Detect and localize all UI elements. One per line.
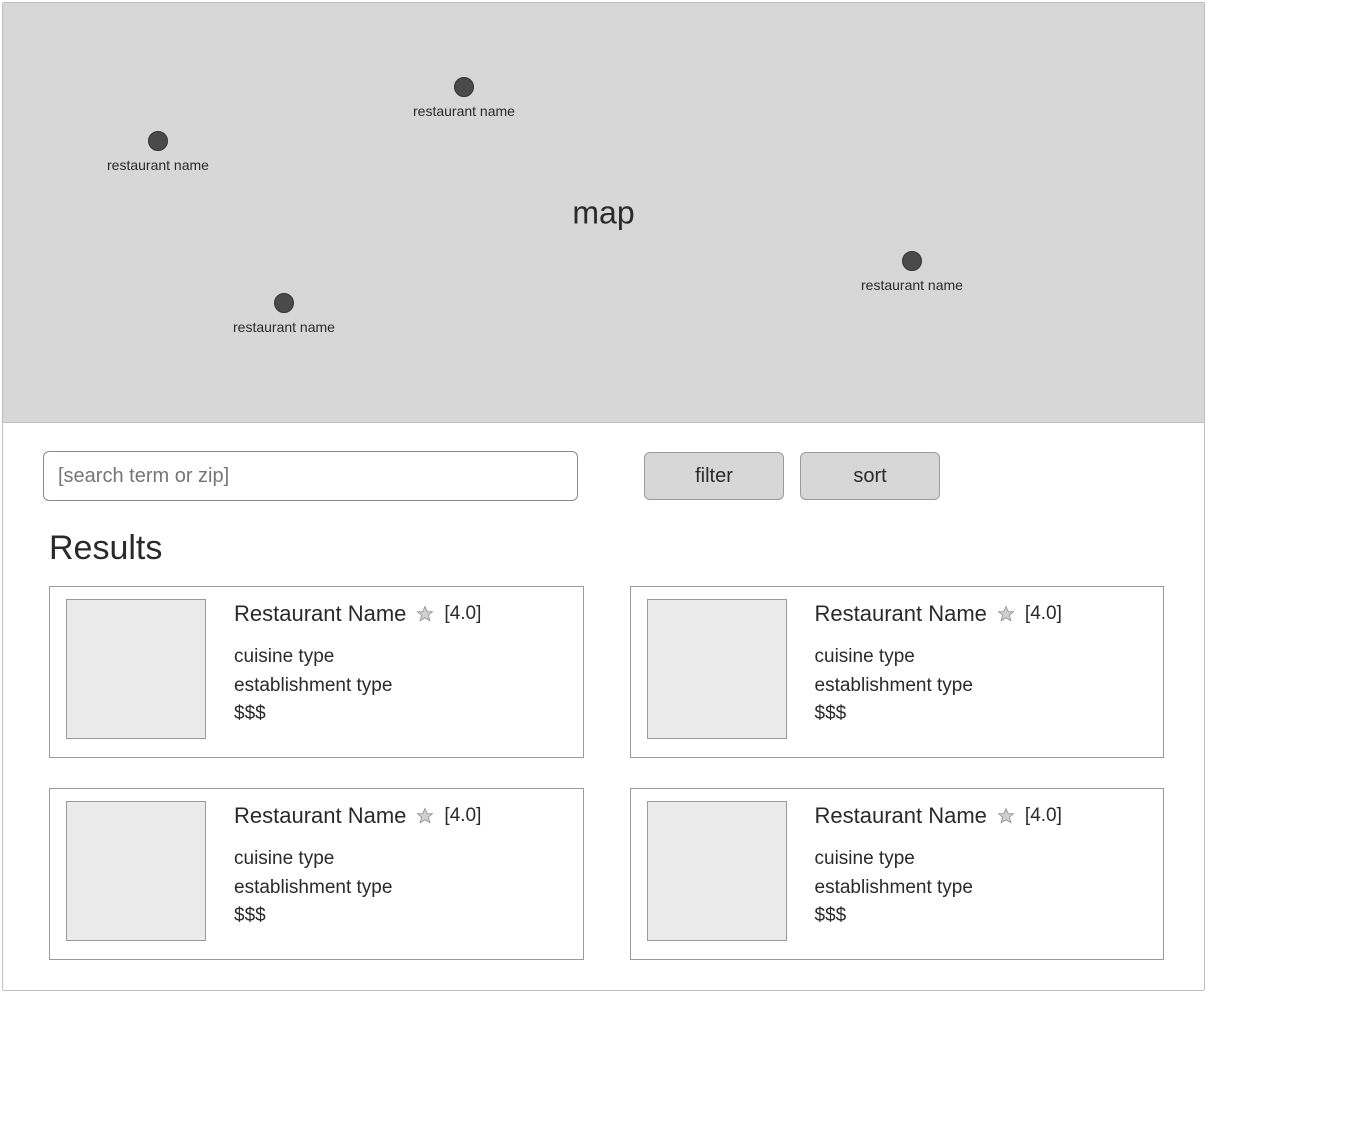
result-thumbnail: [647, 801, 787, 941]
map-pin-label: restaurant name: [861, 277, 963, 293]
price-level: $$$: [234, 902, 567, 931]
result-card[interactable]: Restaurant Name [4.0] cuisine type estab…: [49, 586, 584, 758]
filter-button[interactable]: filter: [644, 452, 784, 500]
result-meta: cuisine type establishment type $$$: [234, 845, 567, 931]
map-pin-label: restaurant name: [413, 103, 515, 119]
star-icon: [997, 807, 1015, 825]
result-thumbnail: [66, 599, 206, 739]
map-pin-dot-icon[interactable]: [274, 293, 294, 313]
result-body: Restaurant Name [4.0] cuisine type estab…: [815, 801, 1148, 931]
map-pin[interactable]: restaurant name: [233, 293, 335, 335]
result-header: Restaurant Name [4.0]: [234, 601, 567, 627]
result-name: Restaurant Name: [815, 601, 987, 627]
establishment-type: establishment type: [234, 874, 567, 903]
result-card[interactable]: Restaurant Name [4.0] cuisine type estab…: [49, 788, 584, 960]
app-frame: map restaurant name restaurant name rest…: [2, 2, 1205, 991]
price-level: $$$: [815, 700, 1148, 729]
result-rating: [4.0]: [444, 805, 481, 827]
result-thumbnail: [647, 599, 787, 739]
result-thumbnail: [66, 801, 206, 941]
results-grid: Restaurant Name [4.0] cuisine type estab…: [3, 586, 1204, 990]
result-body: Restaurant Name [4.0] cuisine type estab…: [234, 599, 567, 729]
result-meta: cuisine type establishment type $$$: [234, 643, 567, 729]
establishment-type: establishment type: [815, 874, 1148, 903]
result-name: Restaurant Name: [815, 803, 987, 829]
result-card[interactable]: Restaurant Name [4.0] cuisine type estab…: [630, 586, 1165, 758]
map-pin[interactable]: restaurant name: [107, 131, 209, 173]
result-body: Restaurant Name [4.0] cuisine type estab…: [234, 801, 567, 931]
results-heading: Results: [3, 501, 1204, 586]
map-pin-label: restaurant name: [107, 157, 209, 173]
button-group: filter sort: [644, 452, 940, 500]
map-pin-dot-icon[interactable]: [454, 77, 474, 97]
result-rating: [4.0]: [1025, 603, 1062, 625]
cuisine-type: cuisine type: [234, 845, 567, 874]
price-level: $$$: [234, 700, 567, 729]
result-name: Restaurant Name: [234, 803, 406, 829]
result-card[interactable]: Restaurant Name [4.0] cuisine type estab…: [630, 788, 1165, 960]
cuisine-type: cuisine type: [234, 643, 567, 672]
search-input[interactable]: [43, 451, 578, 501]
result-name: Restaurant Name: [234, 601, 406, 627]
result-header: Restaurant Name [4.0]: [815, 601, 1148, 627]
result-header: Restaurant Name [4.0]: [815, 803, 1148, 829]
star-icon: [997, 605, 1015, 623]
result-header: Restaurant Name [4.0]: [234, 803, 567, 829]
result-rating: [4.0]: [444, 603, 481, 625]
map-pin[interactable]: restaurant name: [413, 77, 515, 119]
map-area[interactable]: map restaurant name restaurant name rest…: [3, 3, 1204, 423]
result-meta: cuisine type establishment type $$$: [815, 643, 1148, 729]
controls-bar: filter sort: [3, 423, 1204, 501]
cuisine-type: cuisine type: [815, 845, 1148, 874]
map-label: map: [572, 194, 634, 231]
establishment-type: establishment type: [234, 672, 567, 701]
star-icon: [416, 807, 434, 825]
result-rating: [4.0]: [1025, 805, 1062, 827]
result-meta: cuisine type establishment type $$$: [815, 845, 1148, 931]
map-pin-dot-icon[interactable]: [902, 251, 922, 271]
price-level: $$$: [815, 902, 1148, 931]
map-pin-dot-icon[interactable]: [148, 131, 168, 151]
establishment-type: establishment type: [815, 672, 1148, 701]
map-pin[interactable]: restaurant name: [861, 251, 963, 293]
map-pin-label: restaurant name: [233, 319, 335, 335]
sort-button[interactable]: sort: [800, 452, 940, 500]
star-icon: [416, 605, 434, 623]
result-body: Restaurant Name [4.0] cuisine type estab…: [815, 599, 1148, 729]
cuisine-type: cuisine type: [815, 643, 1148, 672]
